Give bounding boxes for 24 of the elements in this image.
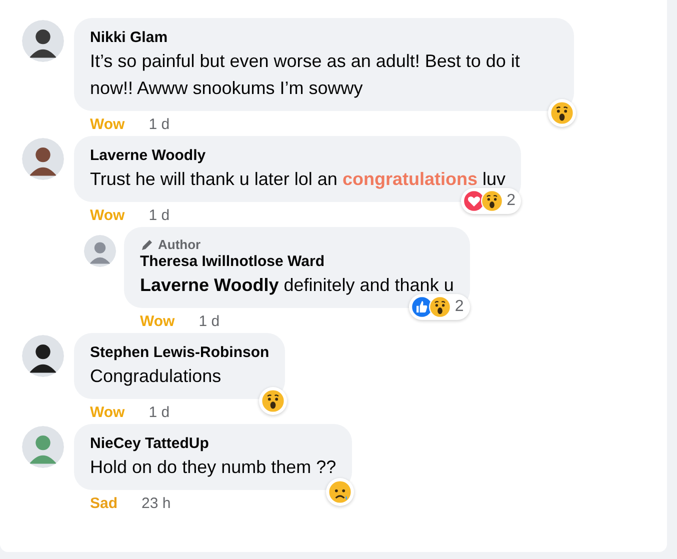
avatar[interactable] — [22, 20, 64, 62]
comment-time[interactable]: 1 d — [198, 313, 220, 333]
comment-time[interactable]: 1 d — [148, 116, 170, 136]
comment-time[interactable]: 1 d — [148, 207, 170, 227]
comment-time[interactable]: 23 h — [142, 495, 171, 515]
reaction-count: 2 — [506, 192, 516, 210]
commenter-name[interactable]: NieCey TattedUp — [90, 434, 336, 454]
comment-text: It’s so painful but even worse as an adult! Best to do it now!! Awww snookums I’m sowwy — [90, 50, 521, 100]
commenter-name[interactable]: Nikki Glam — [90, 28, 558, 48]
reaction-count: 2 — [454, 298, 464, 316]
commenter-name[interactable]: Theresa Iwillnotlose Ward — [140, 252, 454, 272]
reaction-summary[interactable]: 2 — [460, 188, 522, 214]
comment-text: Hold on do they numb them ?? — [90, 456, 336, 479]
reaction-summary[interactable]: 2 — [408, 294, 470, 320]
comment-text: Trust he will thank u later lol an congratulations luv — [90, 168, 506, 191]
pen-icon — [140, 238, 154, 252]
comment-text: Laverne Woodly definitely and thank u — [140, 274, 454, 297]
comment-text: Congradulations — [90, 365, 222, 388]
comment-time[interactable]: 1 d — [148, 404, 170, 424]
avatar[interactable] — [22, 335, 64, 377]
commenter-name[interactable]: Stephen Lewis-Robinson — [90, 343, 270, 363]
commenter-name[interactable]: Laverne Woodly — [90, 146, 506, 166]
avatar[interactable] — [22, 138, 64, 180]
author-label: Author — [158, 237, 201, 252]
